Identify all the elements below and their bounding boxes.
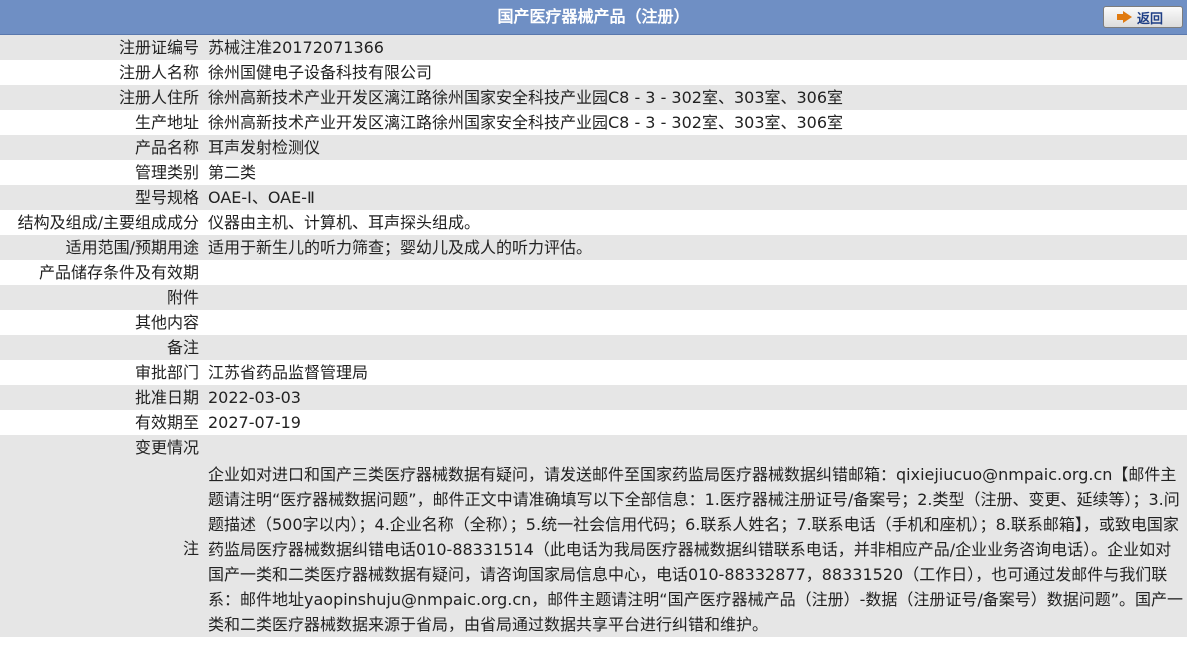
row-value: 徐州高新技术产业开发区漓江路徐州国家安全科技产业园C8 - 3 - 302室、3… (204, 110, 1187, 135)
row-label: 变更情况 (0, 435, 204, 460)
table-row: 附件 (0, 285, 1187, 310)
row-value (204, 260, 1187, 285)
row-value: 徐州高新技术产业开发区漓江路徐州国家安全科技产业园C8 - 3 - 302室、3… (204, 85, 1187, 110)
table-row: 注册人住所 徐州高新技术产业开发区漓江路徐州国家安全科技产业园C8 - 3 - 3… (0, 85, 1187, 110)
row-label: 批准日期 (0, 385, 204, 410)
table-row: 有效期至 2027-07-19 (0, 410, 1187, 435)
row-value (204, 310, 1187, 335)
table-row: 其他内容 (0, 310, 1187, 335)
row-value (204, 435, 1187, 460)
table-row: 变更情况 (0, 435, 1187, 460)
row-value: 仪器由主机、计算机、耳声探头组成。 (204, 210, 1187, 235)
row-label: 有效期至 (0, 410, 204, 435)
page-header: 国产医疗器械产品（注册） 返回 (0, 0, 1187, 35)
row-label: 生产地址 (0, 110, 204, 135)
row-label: 其他内容 (0, 310, 204, 335)
row-value: 徐州国健电子设备科技有限公司 (204, 60, 1187, 85)
row-value: 江苏省药品监督管理局 (204, 360, 1187, 385)
row-label: 型号规格 (0, 185, 204, 210)
table-row: 型号规格 OAE-Ⅰ、OAE-Ⅱ (0, 185, 1187, 210)
row-label: 产品名称 (0, 135, 204, 160)
row-label: 注册人住所 (0, 85, 204, 110)
row-label: 结构及组成/主要组成成分 (0, 210, 204, 235)
row-label: 备注 (0, 335, 204, 360)
row-value: 苏械注准20172071366 (204, 35, 1187, 60)
back-button-label: 返回 (1136, 11, 1163, 27)
table-row: 产品名称 耳声发射检测仪 (0, 135, 1187, 160)
row-label: 适用范围/预期用途 (0, 235, 204, 260)
note-row: 注企业如对进口和国产三类医疗器械数据有疑问，请发送邮件至国家药监局医疗器械数据纠… (0, 460, 1187, 637)
note-text: 企业如对进口和国产三类医疗器械数据有疑问，请发送邮件至国家药监局医疗器械数据纠错… (204, 460, 1187, 637)
arrow-right-icon (1116, 11, 1132, 23)
table-row: 管理类别 第二类 (0, 160, 1187, 185)
table-row: 注册证编号 苏械注准20172071366 (0, 35, 1187, 60)
note-label: 注 (0, 460, 204, 637)
table-row: 结构及组成/主要组成成分 仪器由主机、计算机、耳声探头组成。 (0, 210, 1187, 235)
row-value: OAE-Ⅰ、OAE-Ⅱ (204, 185, 1187, 210)
table-row: 备注 (0, 335, 1187, 360)
page-title: 国产医疗器械产品（注册） (497, 7, 690, 26)
table-row: 适用范围/预期用途 适用于新生儿的听力筛查；婴幼儿及成人的听力评估。 (0, 235, 1187, 260)
row-label: 注册人名称 (0, 60, 204, 85)
table-row: 产品储存条件及有效期 (0, 260, 1187, 285)
table-row: 生产地址 徐州高新技术产业开发区漓江路徐州国家安全科技产业园C8 - 3 - 30… (0, 110, 1187, 135)
back-button[interactable]: 返回 (1103, 6, 1183, 28)
row-label: 附件 (0, 285, 204, 310)
row-label: 产品储存条件及有效期 (0, 260, 204, 285)
row-value (204, 285, 1187, 310)
table-row: 批准日期 2022-03-03 (0, 385, 1187, 410)
table-row: 审批部门 江苏省药品监督管理局 (0, 360, 1187, 385)
table-row: 注册人名称 徐州国健电子设备科技有限公司 (0, 60, 1187, 85)
row-label: 注册证编号 (0, 35, 204, 60)
row-value: 2022-03-03 (204, 385, 1187, 410)
row-value: 2027-07-19 (204, 410, 1187, 435)
row-label: 管理类别 (0, 160, 204, 185)
row-value (204, 335, 1187, 360)
row-value: 耳声发射检测仪 (204, 135, 1187, 160)
row-label: 审批部门 (0, 360, 204, 385)
row-value: 适用于新生儿的听力筛查；婴幼儿及成人的听力评估。 (204, 235, 1187, 260)
row-value: 第二类 (204, 160, 1187, 185)
detail-table: 注册证编号 苏械注准20172071366 注册人名称 徐州国健电子设备科技有限公司注… (0, 35, 1187, 637)
